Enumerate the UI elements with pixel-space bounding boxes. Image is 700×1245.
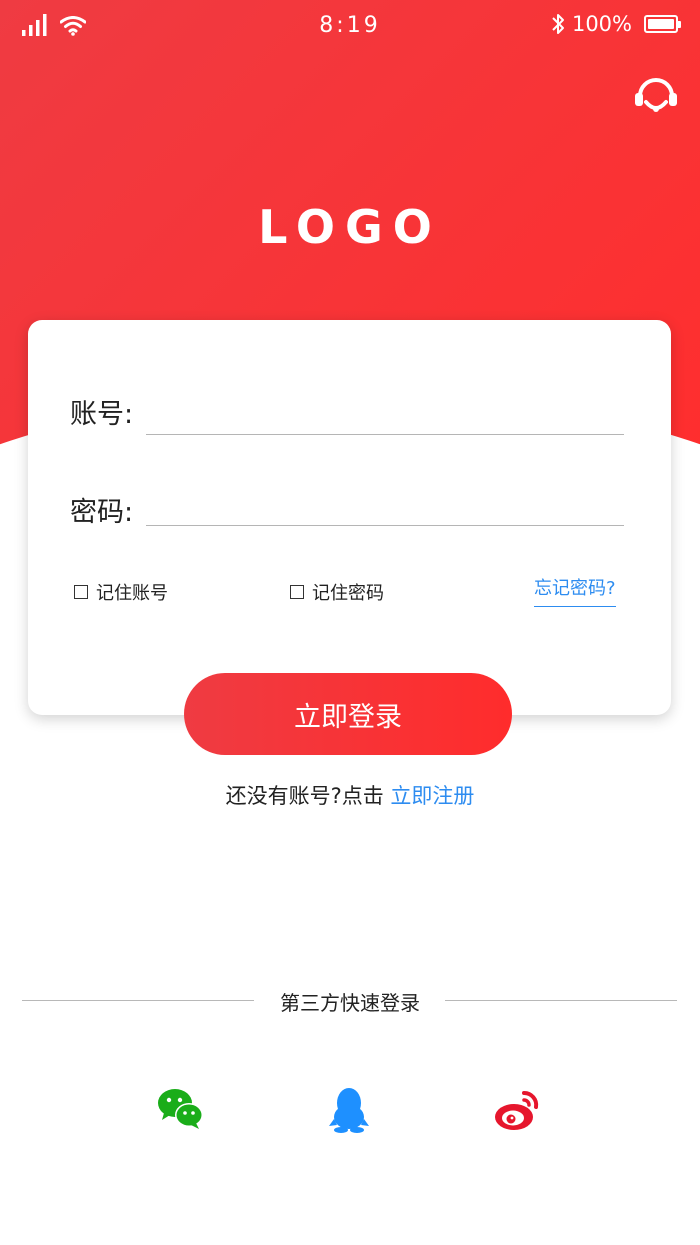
bluetooth-icon [552, 14, 564, 34]
remember-account-label: 记住账号 [96, 583, 168, 604]
remember-password-checkbox[interactable]: 记住密码 [290, 579, 384, 605]
remember-account-checkbox[interactable]: 记住账号 [74, 579, 168, 605]
third-party-title: 第三方快速登录 [280, 991, 420, 1015]
password-input[interactable] [146, 488, 624, 526]
checkbox-icon [290, 585, 304, 599]
headset-icon[interactable] [632, 72, 680, 116]
battery-percent: 100% [571, 12, 632, 36]
qq-icon[interactable] [324, 1085, 374, 1135]
register-text: 还没有账号?点击 [225, 784, 391, 808]
divider-right [445, 1000, 677, 1001]
account-input[interactable] [146, 397, 624, 435]
weibo-icon[interactable] [492, 1085, 542, 1135]
register-prompt: 还没有账号?点击 立即注册 [0, 780, 700, 810]
battery-icon [644, 15, 681, 33]
wechat-icon[interactable] [156, 1085, 206, 1135]
password-label: 密码: [70, 497, 134, 528]
checkbox-icon [74, 585, 88, 599]
remember-password-label: 记住密码 [312, 583, 384, 604]
app-logo: LOGO [258, 200, 442, 254]
login-card: 账号: 密码: 记住账号 记住密码 忘记密码? [28, 320, 671, 715]
forgot-password-link[interactable]: 忘记密码? [534, 574, 616, 607]
status-bar: 8:19 100% [0, 0, 700, 52]
login-button[interactable]: 立即登录 [184, 673, 512, 755]
status-right: 100% [550, 12, 681, 36]
account-label: 账号: [70, 399, 134, 430]
register-link[interactable]: 立即注册 [390, 784, 474, 808]
